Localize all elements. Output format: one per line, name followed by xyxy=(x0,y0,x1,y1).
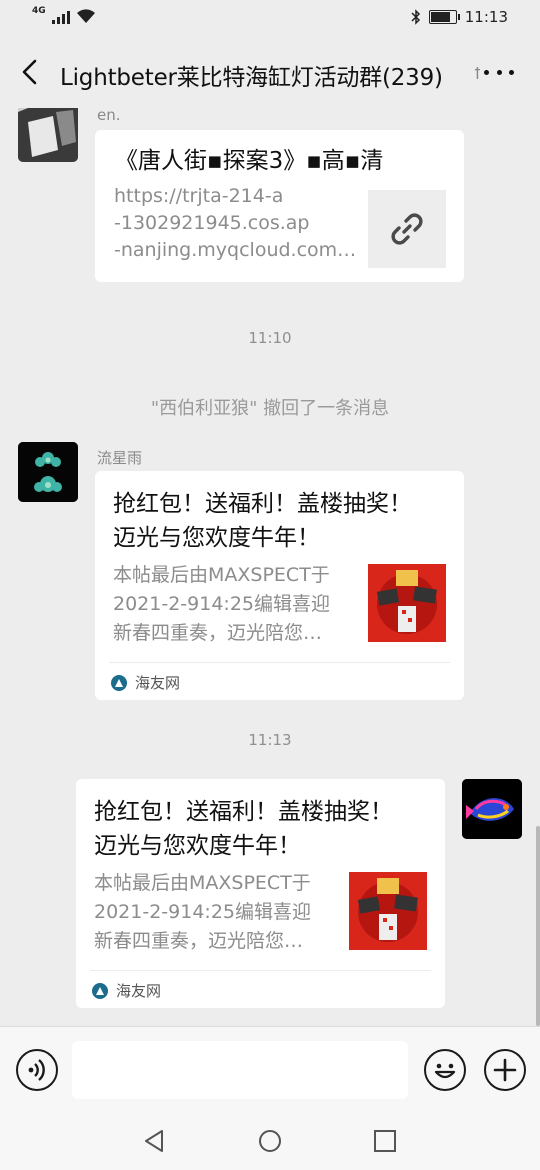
avatar[interactable] xyxy=(18,442,78,502)
home-nav-icon[interactable] xyxy=(257,1128,283,1154)
wifi-icon xyxy=(76,9,95,23)
article-thumbnail xyxy=(368,564,446,642)
back-nav-icon[interactable] xyxy=(142,1128,168,1154)
card-divider xyxy=(109,662,450,663)
battery-icon xyxy=(428,10,460,24)
link-card[interactable]: 《唐人街▪探案3》▪高▪清 https://trjta-214-a -13029… xyxy=(95,130,464,282)
article-source: 海友网 xyxy=(111,672,180,693)
shared-article-card[interactable]: 抢红包！送福利！盖楼抽奖！ 迈光与您欢度牛年！ 本帖最后由MAXSPECT于 2… xyxy=(76,779,445,1008)
avatar-en-icon xyxy=(18,108,78,162)
time-separator: 11:10 xyxy=(248,329,292,347)
time-separator: 11:13 xyxy=(248,731,292,749)
article-description: 本帖最后由MAXSPECT于 2021-2-914:25编辑喜迎 新春四重奏，迈… xyxy=(113,564,330,644)
input-bar xyxy=(0,1026,540,1115)
article-source: 海友网 xyxy=(92,980,161,1001)
signal-icon xyxy=(51,11,70,24)
link-card-title: 《唐人街▪探案3》▪高▪清 xyxy=(115,148,384,174)
network-type: 4G xyxy=(32,6,46,16)
status-time: 11:13 xyxy=(464,8,508,26)
shared-article-card[interactable]: 抢红包！送福利！盖楼抽奖！ 迈光与您欢度牛年！ 本帖最后由MAXSPECT于 2… xyxy=(95,471,464,700)
article-thumbnail xyxy=(349,872,427,950)
mute-icon: ꝉ xyxy=(474,64,481,83)
message-input[interactable] xyxy=(72,1041,408,1099)
status-bar: 4G 11:13 xyxy=(0,0,540,36)
chat-title: Lightbeter莱比特海缸灯活动群(239) xyxy=(60,65,443,91)
more-functions-button[interactable] xyxy=(484,1049,526,1091)
back-arrow-icon[interactable] xyxy=(18,56,44,88)
bluetooth-icon xyxy=(411,9,420,25)
link-card-description: https://trjta-214-a -1302921945.cos.ap -… xyxy=(114,185,354,261)
recents-nav-icon[interactable] xyxy=(372,1128,398,1154)
voice-icon xyxy=(28,1059,45,1081)
voice-button[interactable] xyxy=(16,1049,58,1091)
avatar[interactable] xyxy=(462,779,522,839)
link-icon xyxy=(391,213,423,245)
sender-name: 流星雨 xyxy=(97,449,143,467)
link-thumbnail xyxy=(368,190,446,268)
avatar-fish-icon xyxy=(462,779,522,839)
red-packet-image xyxy=(368,564,446,642)
plus-icon xyxy=(493,1058,517,1082)
emoji-icon xyxy=(434,1063,456,1079)
article-title: 抢红包！送福利！盖楼抽奖！ 迈光与您欢度牛年！ xyxy=(94,799,393,859)
avatar-flower-icon xyxy=(18,442,78,502)
article-title: 抢红包！送福利！盖楼抽奖！ 迈光与您欢度牛年！ xyxy=(113,491,412,551)
emoji-button[interactable] xyxy=(424,1049,466,1091)
red-packet-image xyxy=(349,872,427,950)
avatar[interactable] xyxy=(18,108,78,162)
recall-notice: "西伯利亚狼" 撤回了一条消息 xyxy=(150,398,390,419)
source-icon xyxy=(92,982,108,999)
system-nav-bar xyxy=(0,1114,540,1170)
more-options-button[interactable] xyxy=(484,60,514,84)
card-divider xyxy=(90,970,431,971)
source-icon xyxy=(111,674,127,691)
message-list[interactable]: en. 《唐人街▪探案3》▪高▪清 https://trjta-214-a -1… xyxy=(0,108,540,1026)
scrollbar[interactable] xyxy=(536,826,540,1026)
article-description: 本帖最后由MAXSPECT于 2021-2-914:25编辑喜迎 新春四重奏，迈… xyxy=(94,872,311,952)
title-bar: Lightbeter莱比特海缸灯活动群(239) ꝉ xyxy=(0,36,540,108)
sender-name: en. xyxy=(97,108,121,124)
